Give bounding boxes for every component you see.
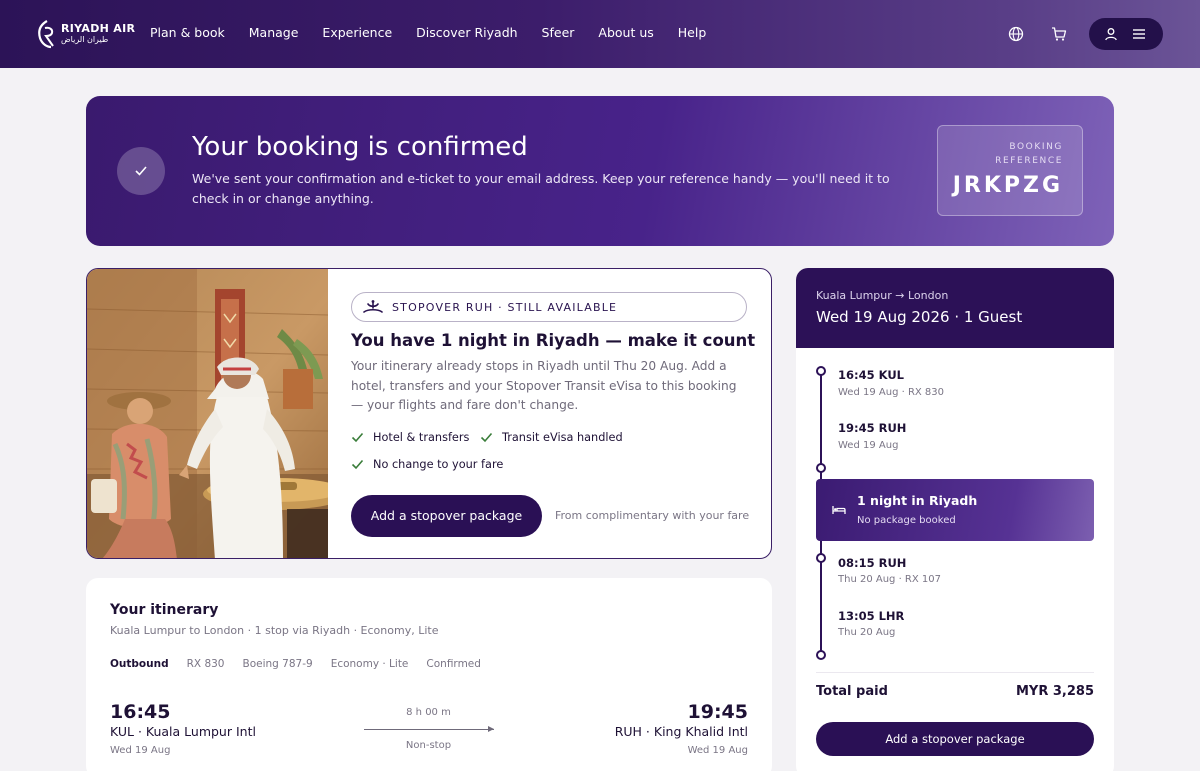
arrow-right-icon <box>488 726 494 732</box>
timeline-stop-detail: Thu 20 Aug <box>838 627 896 638</box>
booking-reference-box: BOOKING REFERENCE JRKPZG <box>937 125 1083 216</box>
confirmation-title: Your booking is confirmed <box>192 132 528 162</box>
nav-plan-book[interactable]: Plan & book <box>150 25 225 40</box>
account-menu-button[interactable] <box>1089 18 1163 50</box>
check-icon <box>135 166 147 176</box>
feature-label: Transit eVisa handled <box>502 431 623 444</box>
total-paid-label: Total paid <box>816 684 888 699</box>
segment-status: Confirmed <box>426 658 481 670</box>
timeline-dot <box>816 553 826 563</box>
logo-text-en: RIYADH AIR <box>61 22 136 35</box>
timeline-stop-detail: Wed 19 Aug · RX 830 <box>838 387 945 398</box>
riyadh-air-logo[interactable]: RIYADH AIR طيران الرياض <box>36 19 135 49</box>
main-menu: Plan & book Manage Experience Discover R… <box>150 25 706 40</box>
stopover-availability-pill: STOPOVER RUH · STILL AVAILABLE <box>351 292 747 322</box>
feature-label: No change to your fare <box>373 458 504 471</box>
timeline-stop-time: 19:45 RUH <box>838 421 907 435</box>
flight-duration: 8 h 00 m <box>406 707 451 718</box>
trip-date-guests: Wed 19 Aug 2026 · 1 Guest <box>816 308 1023 326</box>
nav-help[interactable]: Help <box>678 25 707 40</box>
timeline-stop-time: 16:45 KUL <box>838 368 904 382</box>
aircraft-type: Boeing 787-9 <box>242 658 313 670</box>
nav-sfeer[interactable]: Sfeer <box>542 25 575 40</box>
nav-about-us[interactable]: About us <box>598 25 653 40</box>
stopover-availability-text: STOPOVER RUH · STILL AVAILABLE <box>392 301 618 314</box>
check-icon <box>351 459 364 470</box>
cabin-fare: Economy · Lite <box>330 658 409 670</box>
arrival-airport: RUH · King Khalid Intl <box>614 724 748 739</box>
timeline-stop-time: 08:15 RUH <box>838 556 907 570</box>
stopover-emblem-icon <box>363 300 383 313</box>
globe-icon[interactable] <box>1008 26 1024 42</box>
arrival-time: 19:45 <box>687 701 748 723</box>
nav-discover-riyadh[interactable]: Discover Riyadh <box>416 25 517 40</box>
segment-meta-row: Outbound RX 830 Boeing 787-9 Economy · L… <box>110 658 481 670</box>
feature-label: Hotel & transfers <box>373 431 470 444</box>
flight-path-line <box>364 729 494 730</box>
top-nav: RIYADH AIR طيران الرياض Plan & book Mana… <box>0 0 1200 68</box>
summary-divider <box>816 672 1094 673</box>
departure-airport: KUL · Kuala Lumpur Intl <box>110 724 256 739</box>
timeline-stop-time: 13:05 LHR <box>838 609 905 623</box>
trip-summary-card: Kuala Lumpur → London Wed 19 Aug 2026 · … <box>796 268 1114 771</box>
riyadh-stopover-photo <box>87 269 328 558</box>
booking-reference-code[interactable]: JRKPZG <box>953 173 1063 198</box>
check-icon <box>480 432 493 443</box>
arrival-date: Wed 19 Aug <box>687 745 748 756</box>
confirmation-message: We've sent your confirmation and e-ticke… <box>192 171 890 206</box>
stay-status: No package booked <box>857 515 956 526</box>
booking-reference-label: BOOKING REFERENCE <box>995 142 1063 166</box>
cart-icon[interactable] <box>1051 26 1067 42</box>
booking-confirmed-banner: Your booking is confirmed We've sent you… <box>86 96 1114 246</box>
tab-outbound[interactable]: Outbound <box>110 658 169 670</box>
flight-number: RX 830 <box>186 658 225 670</box>
nav-manage[interactable]: Manage <box>249 25 299 40</box>
add-stopover-package-button[interactable]: Add a stopover package <box>351 495 542 537</box>
timeline-dot <box>816 650 826 660</box>
logo-text-ar: طيران الرياض <box>61 35 109 44</box>
bed-icon <box>832 506 846 514</box>
stopover-title: You have 1 night in Riyadh — make it cou… <box>351 331 756 350</box>
confirmed-check-badge <box>117 147 165 195</box>
stopover-description: Your itinerary already stops in Riyadh u… <box>351 359 737 412</box>
departure-time: 16:45 <box>110 701 171 723</box>
total-paid-amount: MYR 3,285 <box>1015 684 1094 699</box>
trip-route: Kuala Lumpur → London <box>816 289 949 302</box>
timeline-stop-detail: Wed 19 Aug <box>838 440 899 451</box>
stopover-price-note: From complimentary with your fare <box>555 509 750 522</box>
timeline-dot <box>816 366 826 376</box>
stopover-offer-card: STOPOVER RUH · STILL AVAILABLE You have … <box>86 268 772 559</box>
check-icon <box>351 432 364 443</box>
trip-summary-header: Kuala Lumpur → London Wed 19 Aug 2026 · … <box>796 268 1114 348</box>
timeline-stop-detail: Thu 20 Aug · RX 107 <box>838 574 941 585</box>
stay-title: 1 night in Riyadh <box>857 493 978 508</box>
nav-experience[interactable]: Experience <box>322 25 392 40</box>
riyadh-stay-block[interactable]: 1 night in Riyadh No package booked <box>816 479 1094 541</box>
timeline-dot <box>816 463 826 473</box>
itinerary-subtitle: Kuala Lumpur to London · 1 stop via Riya… <box>110 624 439 637</box>
stops-info: Non-stop <box>405 740 452 751</box>
itinerary-card: Your itinerary Kuala Lumpur to London · … <box>86 578 772 771</box>
user-icon <box>1105 28 1117 41</box>
summary-add-stopover-button[interactable]: Add a stopover package <box>816 722 1094 756</box>
logo-mark-icon <box>38 20 54 49</box>
menu-icon <box>1133 29 1145 39</box>
departure-date: Wed 19 Aug <box>110 745 171 756</box>
itinerary-title: Your itinerary <box>110 602 219 618</box>
